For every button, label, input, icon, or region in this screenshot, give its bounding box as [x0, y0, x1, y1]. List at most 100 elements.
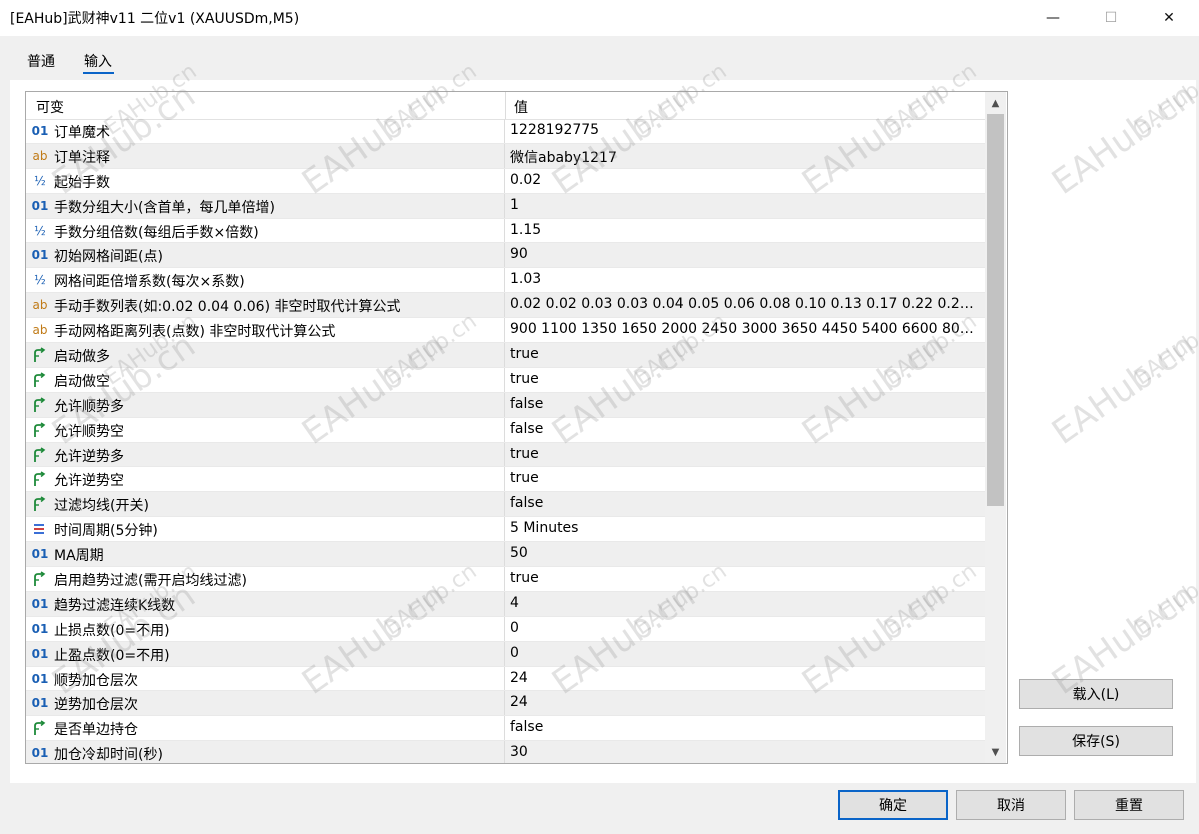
variable-cell[interactable]: 01 加仓冷却时间(秒) — [26, 741, 505, 763]
grid-row[interactable]: 启用趋势过滤(需开启均线过滤) true — [26, 567, 985, 592]
variable-name: 是否单边持仓 — [54, 722, 138, 739]
grid-row[interactable]: 启动做多 true — [26, 343, 985, 368]
grid-row[interactable]: ab 手动网格距离列表(点数) 非空时取代计算公式 900 1100 1350 16… — [26, 318, 985, 344]
value-cell[interactable]: true — [510, 371, 980, 387]
scroll-up-button[interactable]: ▲ — [985, 92, 1006, 114]
value-cell[interactable]: true — [510, 346, 980, 362]
value-cell[interactable]: true — [510, 446, 980, 462]
grid-row[interactable]: 允许逆势空 true — [26, 467, 985, 493]
variable-cell[interactable]: ½ 网格间距倍增系数(每次×系数) — [26, 268, 505, 293]
variable-cell[interactable]: 01 手数分组大小(含首单，每几单倍增) — [26, 193, 505, 218]
cancel-button[interactable]: 取消 — [956, 790, 1066, 820]
value-cell[interactable]: false — [510, 396, 980, 412]
grid-row[interactable]: 启动做空 true — [26, 367, 985, 393]
variable-cell[interactable]: 01 逆势加仓层次 — [26, 691, 505, 716]
value-cell[interactable]: 24 — [510, 670, 980, 686]
column-header-variable[interactable]: 可变 — [36, 97, 64, 117]
variable-cell[interactable]: 01 趋势过滤连续K线数 — [26, 591, 505, 616]
grid-row[interactable]: 01 手数分组大小(含首单，每几单倍增) 1 — [26, 193, 985, 219]
grid-row[interactable]: 过滤均线(开关) false — [26, 492, 985, 518]
integer-type-icon: 01 — [31, 198, 49, 213]
variable-cell[interactable]: ab 订单注释 — [26, 143, 505, 168]
value-cell[interactable]: 0 — [510, 620, 980, 636]
grid-row[interactable]: 01 初始网格间距(点) 90 — [26, 243, 985, 269]
value-cell[interactable]: 24 — [510, 694, 980, 710]
grid-row[interactable]: 01 止损点数(0=不用) 0 — [26, 616, 985, 642]
value-cell[interactable]: 50 — [510, 545, 980, 561]
value-cell[interactable]: 0.02 0.02 0.03 0.03 0.04 0.05 0.06 0.08 … — [510, 296, 980, 312]
variable-cell[interactable]: 允许顺势多 — [26, 392, 505, 417]
close-button[interactable]: ✕ — [1140, 0, 1198, 36]
variable-name: 止盈点数(0=不用) — [54, 647, 170, 664]
load-button[interactable]: 载入(L) — [1019, 679, 1173, 709]
grid-row[interactable]: ½ 手数分组倍数(每组后手数×倍数) 1.15 — [26, 218, 985, 244]
value-cell[interactable]: 900 1100 1350 1650 2000 2450 3000 3650 4… — [510, 321, 980, 337]
variable-name: MA周期 — [54, 548, 104, 565]
value-cell[interactable]: 微信ababy1217 — [510, 147, 980, 167]
grid-row[interactable]: 01 顺势加仓层次 24 — [26, 666, 985, 692]
tab-inputs[interactable]: 输入 — [84, 51, 112, 71]
value-cell[interactable]: 1.15 — [510, 222, 980, 238]
value-cell[interactable]: true — [510, 570, 980, 586]
grid-row[interactable]: 允许顺势多 false — [26, 392, 985, 418]
variable-cell[interactable]: ½ 起始手数 — [26, 168, 505, 193]
column-separator[interactable] — [505, 92, 506, 119]
value-cell[interactable]: true — [510, 470, 980, 486]
column-header-value[interactable]: 值 — [514, 97, 528, 117]
variable-name: 趋势过滤连续K线数 — [54, 597, 176, 614]
grid-row[interactable]: ½ 网格间距倍增系数(每次×系数) 1.03 — [26, 268, 985, 294]
minimize-button[interactable]: — — [1024, 0, 1082, 36]
value-cell[interactable]: 4 — [510, 595, 980, 611]
variable-cell[interactable]: 01 止损点数(0=不用) — [26, 616, 505, 641]
value-cell[interactable]: 1228192775 — [510, 122, 980, 138]
variable-cell[interactable]: ab 手动网格距离列表(点数) 非空时取代计算公式 — [26, 318, 505, 343]
value-cell[interactable]: 1.03 — [510, 271, 980, 287]
variable-cell[interactable]: 启动做空 — [26, 367, 505, 392]
variable-cell[interactable]: ab 手动手数列表(如:0.02 0.04 0.06) 非空时取代计算公式 — [26, 293, 505, 318]
grid-row[interactable]: ½ 起始手数 0.02 — [26, 168, 985, 194]
variable-cell[interactable]: 是否单边持仓 — [26, 716, 505, 741]
variable-cell[interactable]: 启用趋势过滤(需开启均线过滤) — [26, 567, 505, 591]
value-cell[interactable]: false — [510, 495, 980, 511]
grid-row[interactable]: 01 MA周期 50 — [26, 542, 985, 568]
grid-row[interactable]: 01 逆势加仓层次 24 — [26, 691, 985, 717]
grid-row[interactable]: 01 加仓冷却时间(秒) 30 — [26, 741, 985, 763]
save-button[interactable]: 保存(S) — [1019, 726, 1173, 756]
vertical-scrollbar[interactable]: ▲ ▼ — [985, 92, 1006, 763]
grid-row[interactable]: ab 手动手数列表(如:0.02 0.04 0.06) 非空时取代计算公式 0.02… — [26, 293, 985, 319]
variable-cell[interactable]: 允许逆势多 — [26, 442, 505, 467]
grid-row[interactable]: 01 趋势过滤连续K线数 4 — [26, 591, 985, 617]
value-cell[interactable]: false — [510, 421, 980, 437]
tab-general[interactable]: 普通 — [27, 51, 55, 71]
maximize-button[interactable]: ☐ — [1082, 0, 1140, 36]
variable-cell[interactable]: 01 顺势加仓层次 — [26, 666, 505, 691]
variable-cell[interactable]: 允许顺势空 — [26, 417, 505, 442]
scroll-down-button[interactable]: ▼ — [985, 741, 1006, 763]
value-cell[interactable]: 0 — [510, 645, 980, 661]
value-cell[interactable]: 5 Minutes — [510, 520, 980, 536]
variable-cell[interactable]: 启动做多 — [26, 343, 505, 367]
value-cell[interactable]: 0.02 — [510, 172, 980, 188]
variable-cell[interactable]: 允许逆势空 — [26, 467, 505, 492]
value-cell[interactable]: false — [510, 719, 980, 735]
variable-cell[interactable]: 01 止盈点数(0=不用) — [26, 641, 505, 666]
scrollbar-thumb[interactable] — [987, 114, 1004, 506]
ok-button[interactable]: 确定 — [838, 790, 948, 820]
grid-row[interactable]: 01 止盈点数(0=不用) 0 — [26, 641, 985, 667]
grid-row[interactable]: 允许顺势空 false — [26, 417, 985, 443]
grid-row[interactable]: 允许逆势多 true — [26, 442, 985, 468]
variable-cell[interactable]: ½ 手数分组倍数(每组后手数×倍数) — [26, 218, 505, 243]
grid-row[interactable]: 时间周期(5分钟) 5 Minutes — [26, 517, 985, 543]
variable-cell[interactable]: 01 订单魔术 — [26, 119, 505, 143]
value-cell[interactable]: 30 — [510, 744, 980, 760]
variable-cell[interactable]: 过滤均线(开关) — [26, 492, 505, 517]
variable-cell[interactable]: 时间周期(5分钟) — [26, 517, 505, 542]
grid-row[interactable]: 是否单边持仓 false — [26, 716, 985, 742]
grid-row[interactable]: 01 订单魔术 1228192775 — [26, 119, 985, 144]
variable-cell[interactable]: 01 初始网格间距(点) — [26, 243, 505, 268]
grid-row[interactable]: ab 订单注释 微信ababy1217 — [26, 143, 985, 169]
reset-button[interactable]: 重置 — [1074, 790, 1184, 820]
value-cell[interactable]: 90 — [510, 246, 980, 262]
variable-cell[interactable]: 01 MA周期 — [26, 542, 505, 567]
value-cell[interactable]: 1 — [510, 197, 980, 213]
